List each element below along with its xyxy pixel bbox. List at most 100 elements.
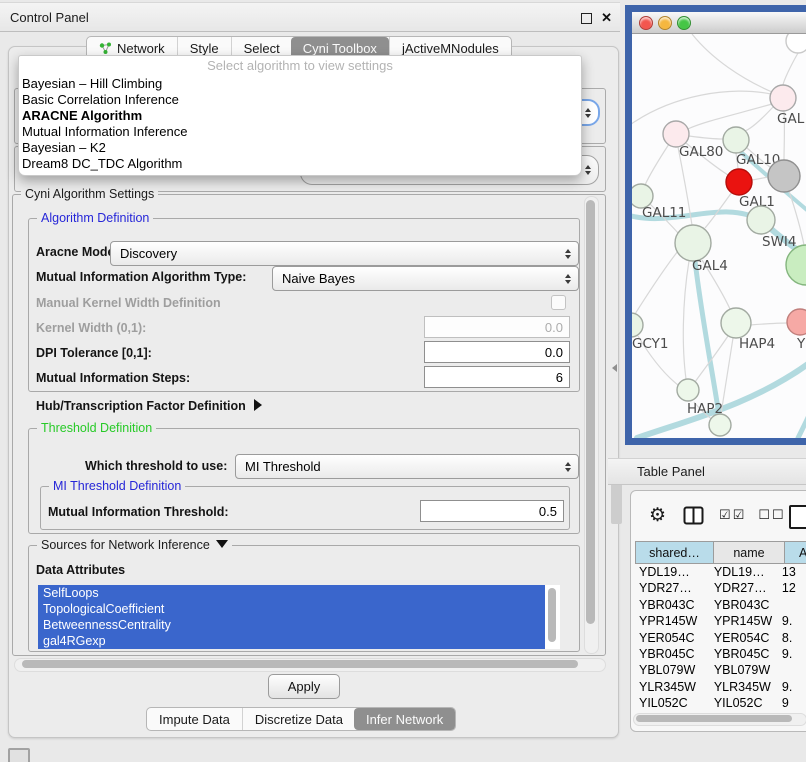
attribute-item-selfloops[interactable]: SelfLoops [38,585,545,601]
manual-kernel-width-checkbox[interactable] [551,295,566,310]
table-panel-titlebar: Table Panel [608,458,806,485]
table-cell: YDR27… [635,580,710,596]
network-canvas[interactable]: GALGAL80GAL10GAL1GAL11SWI4GAL4GCY1HAP4YH… [632,34,806,438]
table-cell: YBR043C [710,597,778,613]
node-gal10[interactable] [723,127,749,153]
table-row[interactable]: YIL052CYIL052C9 [635,695,806,711]
table-cell: 9. [778,646,806,662]
table-cell [778,662,806,678]
tab-label: Select [244,41,280,56]
table-horizontal-scrollbar-thumb[interactable] [636,715,792,722]
table-header-row: shared…nameA [635,541,806,564]
apply-button[interactable]: Apply [268,674,340,699]
list-scrollbar-thumb[interactable] [548,588,556,642]
algorithm-dropdown-placeholder: Select algorithm to view settings [19,56,581,76]
tab-label: Infer Network [366,712,443,727]
float-window-icon[interactable] [581,13,592,24]
dpi-tolerance-input[interactable]: 0.0 [424,341,570,363]
tab-discretize-data[interactable]: Discretize Data [242,708,355,730]
node[interactable] [768,160,800,192]
dropdown-item-dream8-dc-tdc-algorithm[interactable]: Dream8 DC_TDC Algorithm [19,156,581,172]
desktop: Control Panel ✕ NetworkStyleSelectCyni T… [0,0,806,762]
table-cell: 9. [778,679,806,695]
horizontal-scrollbar-thumb[interactable] [22,660,578,668]
column-header-name[interactable]: name [714,541,785,564]
node-label-gal4: GAL4 [692,258,728,274]
close-icon[interactable]: ✕ [601,10,612,26]
table-cell: YPR145W [710,613,778,629]
algorithm-dropdown-list: Bayesian – Hill ClimbingBasic Correlatio… [19,76,581,172]
table-row[interactable]: YDL19…YDL19…13 [635,564,806,580]
manual-kernel-width-label: Manual Kernel Width Definition [36,296,221,310]
table-panel-toolbar: ⚙ ☑☑ ☐☐ [631,497,806,533]
mi-steps-value: 6 [556,370,563,385]
table-panel-title: Table Panel [637,464,705,479]
column-layout-icon[interactable] [683,506,704,525]
collapsed-panel-button[interactable] [8,748,30,762]
table-row[interactable]: YDR27…YDR27…12 [635,580,806,596]
hub-definition-toggle[interactable]: Hub/Transcription Factor Definition [36,399,262,413]
tab-label: Style [190,41,219,56]
node-gal[interactable] [770,85,796,111]
tab-label: Impute Data [159,712,230,727]
table-row[interactable]: YLR345WYLR345W9. [635,679,806,695]
node-label-y: Y [796,336,806,352]
table-row[interactable]: YPR145WYPR145W9. [635,613,806,629]
attribute-item-topologicalcoefficient[interactable]: TopologicalCoefficient [38,601,545,617]
column-header-shared[interactable]: shared… [635,541,714,564]
document-icon[interactable] [789,505,806,529]
dropdown-item-bayesian-hill-climbing[interactable]: Bayesian – Hill Climbing [19,76,581,92]
which-threshold-select[interactable]: MI Threshold [235,454,579,479]
table-cell: 9 [778,695,806,711]
dropdown-item-bayesian-k2[interactable]: Bayesian – K2 [19,140,581,156]
tab-impute-data[interactable]: Impute Data [147,708,242,730]
zoom-traffic-light-icon[interactable] [677,16,691,30]
node-hap4[interactable] [721,308,751,338]
node[interactable] [709,414,731,436]
sources-group-title[interactable]: Sources for Network Inference [37,538,232,552]
settings-gear-icon[interactable]: ⚙ [649,504,666,527]
node[interactable] [786,34,806,53]
kernel-width-input[interactable]: 0.0 [424,316,570,338]
table-row[interactable]: YBR045CYBR045C9. [635,646,806,662]
node-gal1[interactable] [726,169,752,195]
tab-label: Cyni Toolbox [303,41,377,56]
mi-threshold-input[interactable]: 0.5 [420,500,564,522]
cyni-bottom-tabs: Impute Data Discretize Data Infer Network [146,707,456,731]
mi-steps-input[interactable]: 6 [424,366,570,388]
mi-algorithm-type-label: Mutual Information Algorithm Type: [36,270,246,284]
deselect-checkboxes-icon[interactable]: ☐☐ [758,507,785,523]
tab-infer-network[interactable]: Infer Network [354,708,455,730]
vertical-scrollbar-thumb[interactable] [586,200,595,624]
node-label-gal: GAL [777,111,805,127]
control-panel-titlebar: Control Panel ✕ [0,2,620,32]
algorithm-dropdown: Select algorithm to view settings Bayesi… [18,55,582,176]
aracne-mode-select[interactable]: Discovery [110,241,579,266]
minimize-traffic-light-icon[interactable] [658,16,672,30]
group-title: Threshold Definition [37,421,156,435]
apply-button-label: Apply [288,679,321,694]
table-row[interactable]: YBR043CYBR043C [635,597,806,613]
attribute-item-gal4rgexp[interactable]: gal4RGexp [38,633,545,649]
node-gcy1[interactable] [632,313,643,337]
node-hap2[interactable] [677,379,699,401]
table-cell: YER054C [710,630,778,646]
dropdown-item-aracne-algorithm[interactable]: ARACNE Algorithm [19,108,581,124]
close-traffic-light-icon[interactable] [639,16,653,30]
dropdown-item-basic-correlation-inference[interactable]: Basic Correlation Inference [19,92,581,108]
node-gal4[interactable] [675,225,711,261]
column-header-a[interactable]: A [785,541,806,564]
data-attributes-list[interactable]: SelfLoopsTopologicalCoefficientBetweenne… [38,585,560,649]
node[interactable] [786,245,806,285]
node-y[interactable] [787,309,806,335]
node-swi4[interactable] [747,206,775,234]
table-row[interactable]: YER054CYER054C8. [635,630,806,646]
select-all-checkboxes-icon[interactable]: ☑☑ [719,507,746,523]
dpi-tolerance-label: DPI Tolerance [0,1]: [36,346,152,360]
dropdown-item-mutual-information-inference[interactable]: Mutual Information Inference [19,124,581,140]
splitter-collapse-icon[interactable] [612,364,617,372]
network-window-titlebar[interactable] [632,12,806,34]
attribute-item-betweennesscentrality[interactable]: BetweennessCentrality [38,617,545,633]
table-row[interactable]: YBL079WYBL079W [635,662,806,678]
mi-algorithm-type-select[interactable]: Naive Bayes [272,266,579,291]
